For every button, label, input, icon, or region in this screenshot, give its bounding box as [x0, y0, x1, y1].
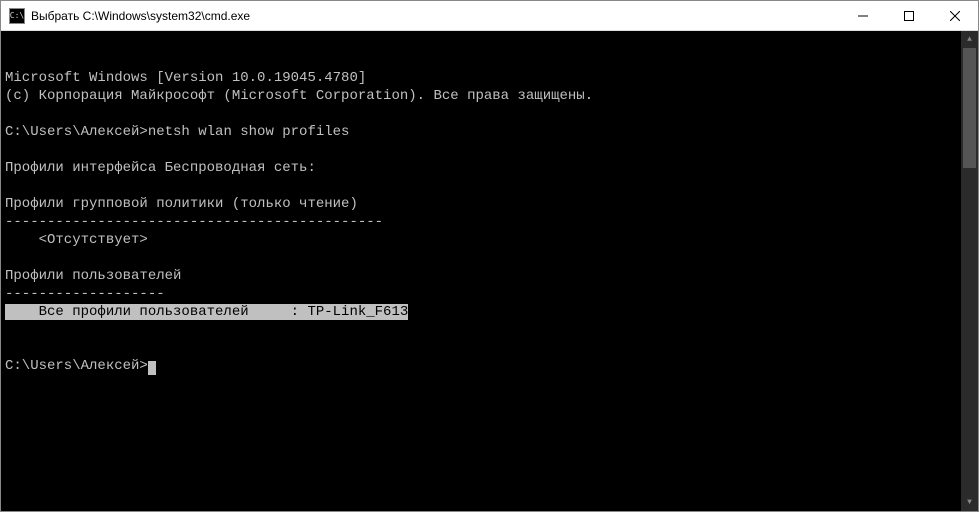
prompt-line-1: C:\Users\Алексей>netsh wlan show profile…	[5, 124, 349, 140]
cmd-window: C:\ Выбрать C:\Windows\system32\cmd.exe …	[0, 0, 979, 512]
terminal-content: Microsoft Windows [Version 10.0.19045.47…	[5, 69, 974, 375]
scroll-up-icon[interactable]: ▲	[961, 31, 978, 48]
section-interface: Профили интерфейса Беспроводная сеть:	[5, 160, 316, 176]
prompt-path: C:\Users\Алексей>	[5, 124, 148, 140]
vertical-scrollbar[interactable]: ▲ ▼	[961, 31, 978, 511]
divider-line: ----------------------------------------…	[5, 214, 383, 230]
window-title: Выбрать C:\Windows\system32\cmd.exe	[31, 9, 840, 23]
minimize-button[interactable]	[840, 1, 886, 30]
scrollbar-thumb[interactable]	[963, 48, 976, 168]
section-user-profiles: Профили пользователей	[5, 268, 181, 284]
selected-profile-text: Все профили пользователей : TP-Link_F613	[5, 304, 408, 320]
close-button[interactable]	[932, 1, 978, 30]
section-group-policy: Профили групповой политики (только чтени…	[5, 196, 358, 212]
prompt-path: C:\Users\Алексей>	[5, 358, 148, 374]
cursor-icon	[148, 361, 156, 375]
cmd-icon: C:\	[9, 8, 25, 24]
titlebar[interactable]: C:\ Выбрать C:\Windows\system32\cmd.exe	[1, 1, 978, 31]
prompt-line-2[interactable]: C:\Users\Алексей>	[5, 358, 156, 374]
scroll-down-icon[interactable]: ▼	[961, 494, 978, 511]
divider-line-2: -------------------	[5, 286, 165, 302]
terminal-area[interactable]: Microsoft Windows [Version 10.0.19045.47…	[1, 31, 978, 511]
window-controls	[840, 1, 978, 30]
highlighted-profile-row[interactable]: Все профили пользователей : TP-Link_F613	[5, 304, 408, 320]
maximize-button[interactable]	[886, 1, 932, 30]
command-text: netsh wlan show profiles	[148, 124, 350, 140]
copyright-line: (c) Корпорация Майкрософт (Microsoft Cor…	[5, 88, 593, 104]
version-line: Microsoft Windows [Version 10.0.19045.47…	[5, 70, 366, 86]
absent-line: <Отсутствует>	[5, 232, 148, 248]
